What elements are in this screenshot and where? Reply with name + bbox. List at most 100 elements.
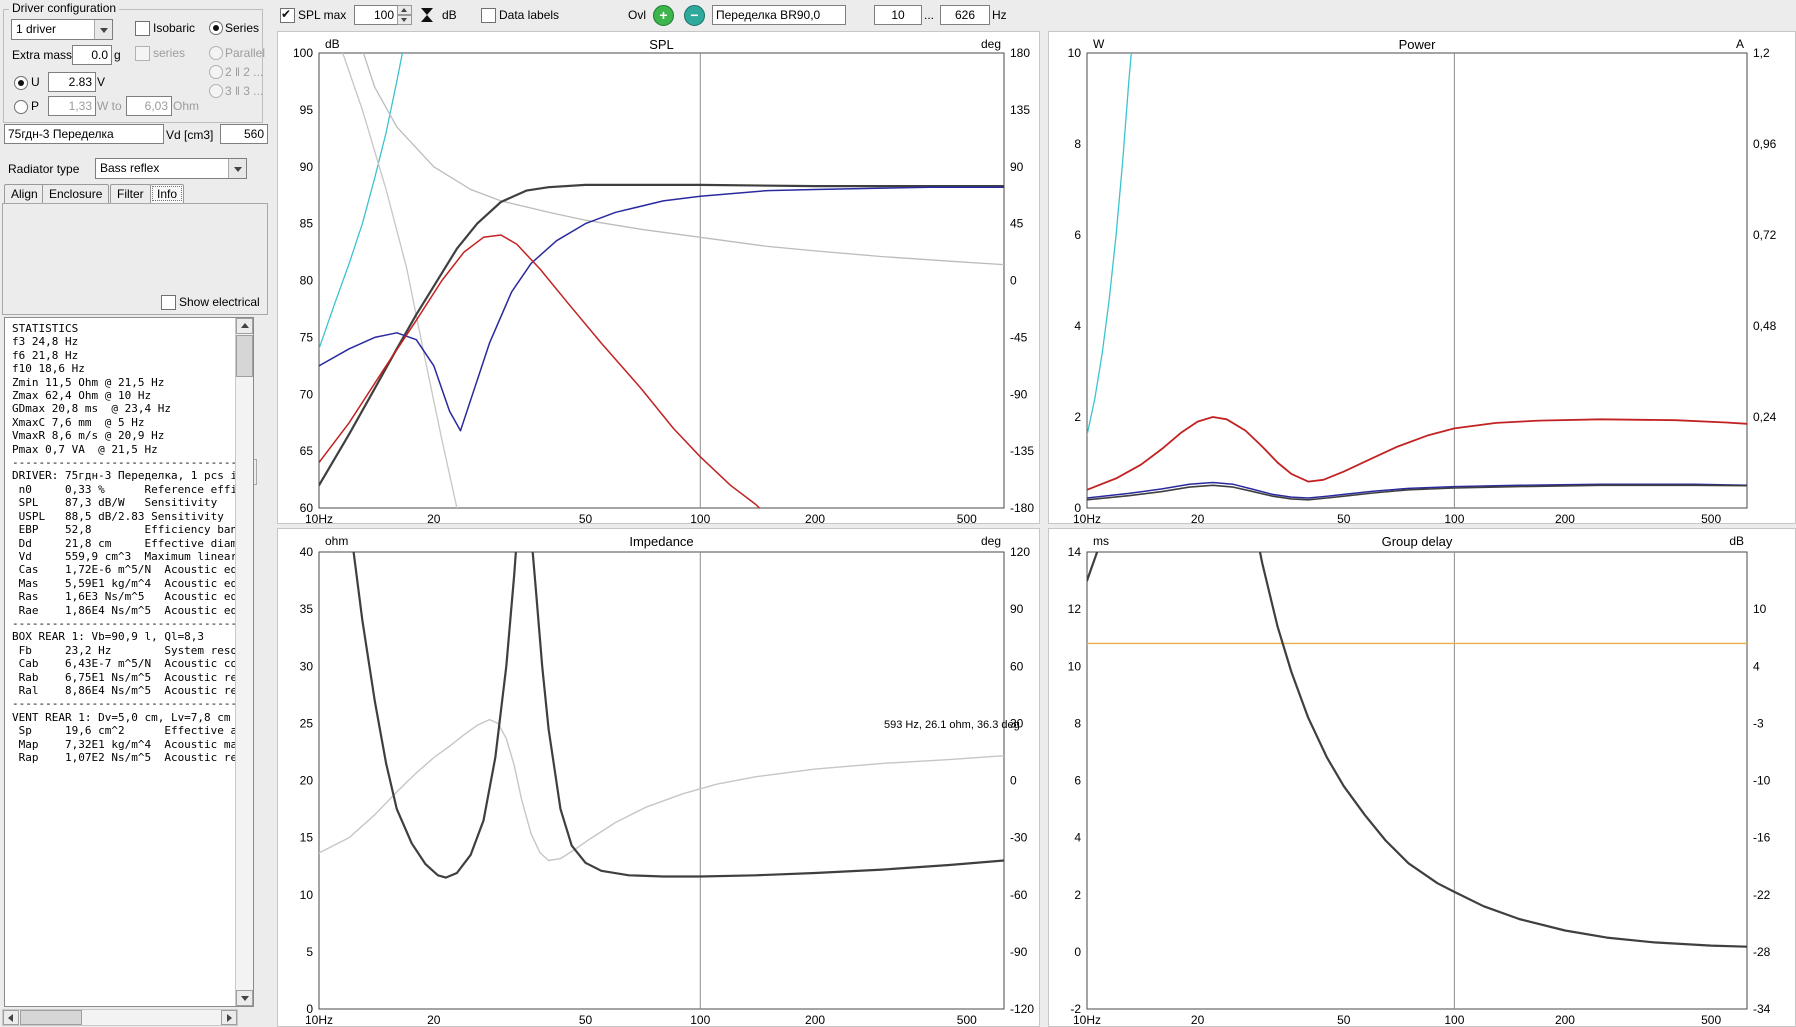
power-plot[interactable]: 10864201,20,960,720,480,2410Hz 20 50 100 200… xyxy=(1049,32,1795,523)
overlay-name-input[interactable] xyxy=(712,5,846,25)
scroll-down-button[interactable] xyxy=(236,990,253,1006)
tab-filter[interactable]: Filter xyxy=(110,184,151,203)
svg-text:90: 90 xyxy=(300,160,314,174)
autoscale-icon[interactable] xyxy=(420,7,434,23)
svg-text:12: 12 xyxy=(1068,602,1082,616)
driver-count-value: 1 driver xyxy=(16,22,57,36)
spinner-up-icon[interactable] xyxy=(397,5,412,15)
range-dots-label: ... xyxy=(924,8,935,22)
horizontal-scrollbar-thumb[interactable] xyxy=(20,1010,82,1025)
series-checkbox[interactable] xyxy=(135,46,150,61)
voltage-unit-label: V xyxy=(97,75,106,89)
statistics-horizontal-scrollbar[interactable] xyxy=(2,1009,238,1026)
extra-mass-input[interactable] xyxy=(72,45,112,65)
svg-text:200: 200 xyxy=(1555,512,1575,523)
scroll-up-button[interactable] xyxy=(236,318,253,334)
svg-text:200: 200 xyxy=(1555,1013,1575,1026)
voltage-input[interactable] xyxy=(48,72,96,92)
frequency-from-input[interactable] xyxy=(874,5,922,25)
svg-text:15: 15 xyxy=(300,831,314,845)
isobaric-label: Isobaric xyxy=(153,21,196,35)
radiator-type-select[interactable]: Bass reflex xyxy=(95,158,247,179)
svg-text:10: 10 xyxy=(300,888,314,902)
show-electrical-checkbox[interactable] xyxy=(161,295,176,310)
svg-text:10Hz: 10Hz xyxy=(1073,1013,1101,1026)
spl-chart-title: SPL xyxy=(649,37,674,52)
power-radio-label: P xyxy=(31,99,40,113)
svg-text:90: 90 xyxy=(1010,602,1024,616)
svg-text:0: 0 xyxy=(1074,945,1081,959)
chevron-down-icon xyxy=(94,20,112,39)
frequency-to-input[interactable] xyxy=(940,5,990,25)
svg-text:14: 14 xyxy=(1068,545,1082,559)
svg-text:85: 85 xyxy=(300,217,314,231)
driver-count-select[interactable]: 1 driver xyxy=(11,19,113,40)
spl-max-checkbox[interactable] xyxy=(280,7,295,23)
driver-configuration-legend: Driver configuration xyxy=(9,1,120,15)
tab-align[interactable]: Align xyxy=(4,184,45,203)
svg-text:100: 100 xyxy=(1444,512,1464,523)
scroll-right-button[interactable] xyxy=(221,1010,237,1025)
hz-unit-label: Hz xyxy=(992,8,1007,22)
vertical-scrollbar-thumb[interactable] xyxy=(236,335,253,377)
svg-text:100: 100 xyxy=(690,1013,710,1026)
impedance-chart[interactable]: 40 35 30 25 20 15 10 5 0 120 90 60 30 0 -30 -60 -90 -120 1… xyxy=(277,528,1040,1027)
svg-text:-90: -90 xyxy=(1010,945,1028,959)
vd-input[interactable] xyxy=(220,124,268,144)
impedance-right-axis-unit: deg xyxy=(980,534,1001,548)
voltage-radio-label: U xyxy=(31,75,40,89)
statistics-vertical-scrollbar[interactable] xyxy=(235,318,253,1006)
overlay-add-button[interactable]: + xyxy=(653,5,674,26)
series-radio-label: Series xyxy=(225,21,260,35)
driver-name-input[interactable] xyxy=(4,124,164,144)
spl-plot[interactable]: 100959085807570656018013590450-45-90-135… xyxy=(278,32,1039,523)
chevron-down-icon xyxy=(228,159,246,178)
svg-text:8: 8 xyxy=(1074,137,1081,151)
group-delay-chart[interactable]: 14 12 10 8 6 4 2 0 -2 10 4 -3 -10 -16 -22 -28 -34 10Hz 20 5… xyxy=(1048,528,1796,1027)
spinner-down-icon[interactable] xyxy=(397,15,412,25)
svg-text:500: 500 xyxy=(957,1013,977,1026)
tab-enclosure[interactable]: Enclosure xyxy=(42,184,110,203)
svg-text:50: 50 xyxy=(579,512,593,523)
power-chart[interactable]: 10 8 6 4 2 0 1,2 0,96 0,72 0,48 0,24 10Hz 20 50 100 200… xyxy=(1048,31,1796,524)
voltage-radio[interactable] xyxy=(14,76,28,90)
spl-chart[interactable]: 100 95 90 85 80 75 70 65 60 180 135 90 45 0 -45 -90 -135… xyxy=(277,31,1040,524)
series-radio[interactable] xyxy=(209,21,223,35)
spl-max-stepper[interactable] xyxy=(397,5,412,25)
svg-text:-34: -34 xyxy=(1753,1002,1771,1016)
power-right-axis-unit: A xyxy=(1735,37,1744,51)
svg-text:50: 50 xyxy=(579,1013,593,1026)
group-delay-plot[interactable]: 14121086420-2104-3-10-16-22-28-3410Hz 20 5… xyxy=(1049,529,1795,1026)
svg-text:10Hz: 10Hz xyxy=(305,1013,333,1026)
three-parallel-three-radio[interactable] xyxy=(209,84,223,98)
power-chart-title: Power xyxy=(1398,37,1436,52)
tab-info[interactable]: Info xyxy=(150,184,185,203)
spl-max-input[interactable] xyxy=(354,5,398,25)
overlay-remove-button[interactable]: − xyxy=(684,5,705,26)
impedance-plot[interactable]: 40353025201510501209060300-30-60-90-1201… xyxy=(278,529,1039,1026)
svg-text:200: 200 xyxy=(805,1013,825,1026)
impedance-input[interactable] xyxy=(126,96,172,116)
svg-text:-135: -135 xyxy=(1010,444,1034,458)
scroll-left-button[interactable] xyxy=(3,1010,19,1025)
svg-text:2: 2 xyxy=(1074,410,1081,424)
isobaric-checkbox[interactable] xyxy=(135,21,150,36)
svg-text:-180: -180 xyxy=(1010,501,1034,515)
svg-text:20: 20 xyxy=(1191,512,1205,523)
power-radio[interactable] xyxy=(14,100,28,114)
svg-text:-16: -16 xyxy=(1753,831,1771,845)
series-checkbox-label: series xyxy=(153,46,186,60)
svg-text:1,2: 1,2 xyxy=(1753,46,1770,60)
svg-text:-45: -45 xyxy=(1010,330,1028,344)
svg-text:5: 5 xyxy=(306,945,313,959)
svg-text:100: 100 xyxy=(1444,1013,1464,1026)
two-parallel-two-radio[interactable] xyxy=(209,65,223,79)
data-labels-checkbox[interactable] xyxy=(481,8,496,23)
show-electrical-label: Show electrical xyxy=(179,295,260,309)
power-input[interactable] xyxy=(48,96,96,116)
chart-toolbar: SPL max dB Data labels Ovl + − ... Hz xyxy=(272,0,1796,30)
power-unit-label: Ohm xyxy=(173,99,200,113)
parallel-radio[interactable] xyxy=(209,46,223,60)
statistics-panel[interactable]: STATISTICS f3 24,8 Hz f6 21,8 Hz f10 18,… xyxy=(4,317,254,1007)
svg-text:-30: -30 xyxy=(1010,831,1028,845)
